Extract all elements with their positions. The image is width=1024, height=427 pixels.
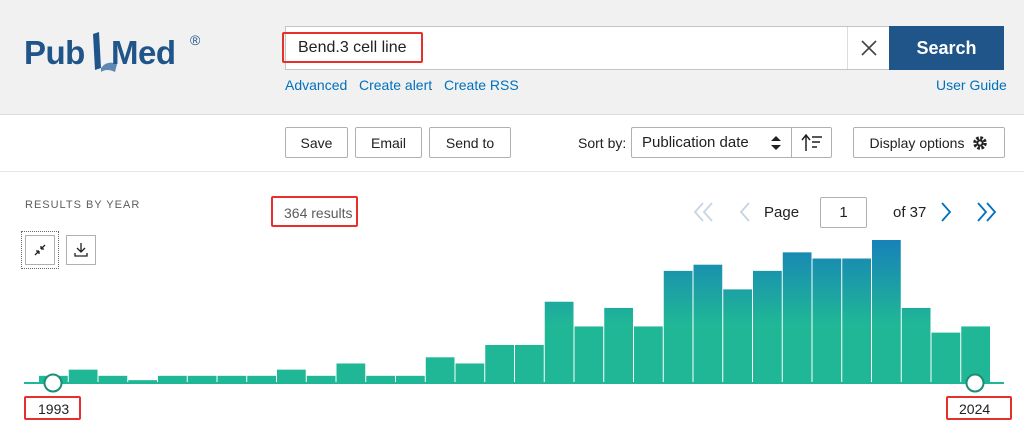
chevron-left-icon bbox=[739, 202, 750, 222]
year-bar-2022[interactable] bbox=[901, 307, 931, 382]
display-options-button[interactable]: Display options bbox=[853, 127, 1005, 158]
search-box bbox=[285, 26, 889, 70]
search-input[interactable] bbox=[286, 27, 846, 69]
first-page-button[interactable] bbox=[692, 200, 716, 224]
year-bar-2018[interactable] bbox=[782, 252, 812, 382]
save-button[interactable]: Save bbox=[285, 127, 348, 158]
header: Pub Med ® Search Advanced Create alert C… bbox=[0, 0, 1024, 115]
clear-search-button[interactable] bbox=[847, 27, 889, 69]
year-bar-2002[interactable] bbox=[306, 375, 336, 382]
year-bar-2017[interactable] bbox=[753, 270, 782, 382]
close-icon bbox=[860, 40, 877, 56]
sort-order-button[interactable] bbox=[791, 127, 832, 158]
year-bar-2013[interactable] bbox=[634, 326, 663, 382]
gear-icon bbox=[973, 135, 988, 150]
sort-order-icon bbox=[800, 133, 822, 151]
year-bar-2023[interactable] bbox=[931, 332, 961, 382]
year-bar-2010[interactable] bbox=[544, 301, 574, 382]
year-bar-1998[interactable] bbox=[187, 375, 217, 382]
logo-registered-mark: ® bbox=[190, 32, 201, 48]
sort-select-value: Publication date bbox=[642, 134, 749, 151]
year-bar-2015[interactable] bbox=[693, 264, 723, 382]
year-bar-2014[interactable] bbox=[663, 270, 693, 382]
range-end-handle[interactable] bbox=[965, 373, 985, 393]
toolbar-divider bbox=[0, 171, 1024, 172]
year-bar-2003[interactable] bbox=[336, 363, 366, 382]
sort-by-label: Sort by: bbox=[578, 135, 627, 151]
year-bar-2000[interactable] bbox=[247, 375, 276, 382]
page-total: of 37 bbox=[893, 204, 927, 221]
next-page-button[interactable] bbox=[934, 200, 958, 224]
year-bar-2016[interactable] bbox=[723, 289, 752, 382]
year-bar-1995[interactable] bbox=[98, 375, 128, 382]
year-bar-2005[interactable] bbox=[396, 375, 425, 382]
year-bar-1994[interactable] bbox=[68, 369, 98, 382]
user-guide-link[interactable]: User Guide bbox=[936, 77, 1007, 93]
sort-select-arrows-icon bbox=[771, 136, 781, 150]
results-by-year-heading: RESULTS BY YEAR bbox=[25, 199, 141, 211]
chevron-right-icon bbox=[941, 202, 952, 222]
year-bar-1996[interactable] bbox=[128, 380, 157, 382]
year-bar-1997[interactable] bbox=[158, 375, 187, 382]
year-bar-2009[interactable] bbox=[515, 344, 544, 382]
display-options-label: Display options bbox=[869, 134, 965, 151]
last-page-button[interactable] bbox=[974, 200, 998, 224]
logo-pub-text: Pub bbox=[24, 34, 85, 71]
page-number-input[interactable] bbox=[820, 197, 867, 228]
year-bar-2006[interactable] bbox=[425, 357, 455, 382]
year-bar-1999[interactable] bbox=[217, 375, 247, 382]
previous-page-button[interactable] bbox=[733, 200, 757, 224]
logo-med-text: Med bbox=[111, 34, 176, 71]
results-by-year-chart bbox=[24, 240, 1004, 393]
year-bar-2021[interactable] bbox=[872, 240, 901, 382]
double-chevron-left-icon bbox=[693, 202, 713, 222]
pubmed-logo[interactable]: Pub Med ® bbox=[24, 28, 214, 78]
year-bar-2019[interactable] bbox=[812, 258, 842, 382]
sort-select[interactable]: Publication date bbox=[631, 127, 792, 158]
email-button[interactable]: Email bbox=[355, 127, 422, 158]
range-start-year: 1993 bbox=[38, 401, 70, 417]
year-bar-2001[interactable] bbox=[277, 369, 306, 382]
range-start-handle[interactable] bbox=[43, 373, 63, 393]
year-bar-2020[interactable] bbox=[842, 258, 871, 382]
create-alert-link[interactable]: Create alert bbox=[359, 77, 432, 93]
year-bar-2012[interactable] bbox=[604, 307, 633, 382]
year-bar-2011[interactable] bbox=[574, 326, 604, 382]
year-bar-2007[interactable] bbox=[455, 363, 485, 382]
send-to-button[interactable]: Send to bbox=[429, 127, 511, 158]
results-count: 364 results bbox=[284, 205, 353, 221]
create-rss-link[interactable]: Create RSS bbox=[444, 77, 519, 93]
range-end-year: 2024 bbox=[959, 401, 991, 417]
year-bar-2008[interactable] bbox=[485, 344, 514, 382]
double-chevron-right-icon bbox=[977, 202, 997, 222]
page-label: Page bbox=[764, 204, 800, 221]
advanced-link[interactable]: Advanced bbox=[285, 77, 347, 93]
search-button[interactable]: Search bbox=[889, 26, 1004, 70]
year-bar-2004[interactable] bbox=[366, 375, 395, 382]
